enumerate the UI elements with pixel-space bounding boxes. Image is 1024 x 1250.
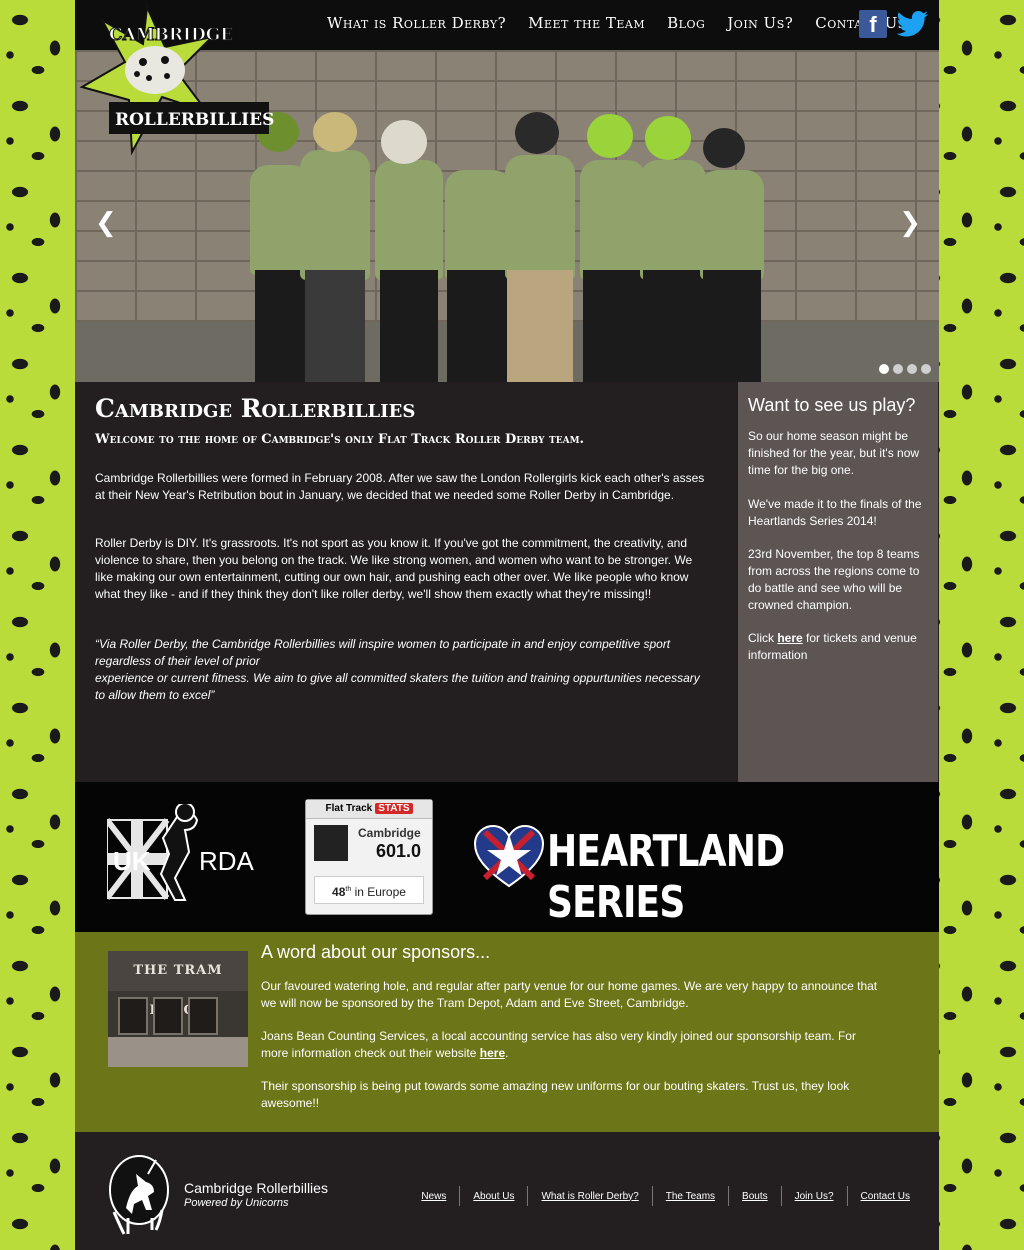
logo-text-bottom: ROLLERBILLIES xyxy=(115,110,274,130)
skater xyxy=(700,170,764,280)
twitter-icon[interactable] xyxy=(897,10,929,38)
logo-text-top: CAMBRIDGE xyxy=(109,25,233,45)
tickets-text-pre: Click xyxy=(748,631,778,645)
helmet xyxy=(515,112,559,154)
sidebar-paragraph: We've made it to the finals of the Heart… xyxy=(748,497,922,528)
site-footer: Cambridge Rollerbillies Powered by Unico… xyxy=(75,1132,939,1250)
slider-prev-button[interactable]: ❮ xyxy=(95,208,117,238)
slider-dot-1[interactable] xyxy=(879,364,889,374)
slider-dot-4[interactable] xyxy=(921,364,931,374)
fts-header: Flat Track STATS xyxy=(306,800,432,819)
footer-tagline: Powered by Unicorns xyxy=(184,1197,289,1209)
skater-legs xyxy=(643,270,703,382)
page-title: Cambridge Rollerbillies xyxy=(95,394,416,423)
skater xyxy=(580,160,646,280)
skater-legs xyxy=(305,270,365,382)
sponsor-website-link[interactable]: here xyxy=(480,1046,505,1060)
skater xyxy=(375,160,443,280)
footer-nav: News About Us What is Roller Derby? The … xyxy=(408,1186,923,1206)
social-links: f xyxy=(859,10,929,38)
tram-window xyxy=(188,997,218,1035)
slider-next-button[interactable]: ❯ xyxy=(899,208,921,238)
team-badge-icon xyxy=(314,825,348,861)
skater-legs xyxy=(447,270,507,382)
diy-paragraph: Roller Derby is DIY. It's grassroots. It… xyxy=(95,536,693,601)
mission-quote-2: experience or current fitness. We aim to… xyxy=(95,671,700,702)
skater xyxy=(300,150,370,280)
skater-legs xyxy=(703,270,761,382)
footer-link-about-us[interactable]: About Us xyxy=(460,1191,527,1202)
sponsors-section: THE TRAM DEPOT A word about our sponsors… xyxy=(75,932,939,1132)
sidebar-tickets-paragraph: Click here for tickets and venue informa… xyxy=(748,630,923,664)
tram-depot-sign: THE TRAM DEPOT xyxy=(108,951,248,1018)
mission-quote-1: “Via Roller Derby, the Cambridge Rollerb… xyxy=(95,637,671,668)
tickets-link[interactable]: here xyxy=(777,631,802,645)
helmet xyxy=(313,112,357,152)
nav-join-us[interactable]: Join Us? xyxy=(727,14,793,32)
nav-what-is-roller-derby[interactable]: What is Roller Derby? xyxy=(327,14,506,32)
skater xyxy=(505,155,575,280)
ukrda-text-left: UK xyxy=(113,846,151,876)
intro-paragraph: Cambridge Rollerbillies were formed in F… xyxy=(95,471,705,502)
slider-dot-2[interactable] xyxy=(893,364,903,374)
main-nav: What is Roller Derby? Meet the Team Blog… xyxy=(327,14,906,32)
tram-window xyxy=(153,997,183,1035)
nav-meet-the-team[interactable]: Meet the Team xyxy=(528,14,645,32)
fts-stats-badge: STATS xyxy=(375,803,413,814)
fts-rank-number: 48 xyxy=(332,885,346,899)
skater-legs xyxy=(507,270,573,382)
tram-window xyxy=(118,997,148,1035)
sidebar-title: Want to see us play? xyxy=(748,395,916,415)
skater-legs xyxy=(255,270,305,382)
sponsor-paragraph: Joans Bean Counting Services, a local ac… xyxy=(261,1028,881,1062)
sponsor-text-post: . xyxy=(505,1046,509,1060)
facebook-icon[interactable]: f xyxy=(859,10,887,38)
tram-depot-photo: THE TRAM DEPOT xyxy=(108,951,248,1067)
slider-dot-3[interactable] xyxy=(907,364,917,374)
fts-label: Flat Track xyxy=(325,803,373,814)
skater xyxy=(445,170,511,280)
unicorn-logo-icon[interactable] xyxy=(108,1152,170,1238)
skater-legs xyxy=(583,270,643,382)
page-subtitle: Welcome to the home of Cambridge's only … xyxy=(95,432,585,447)
fts-rank: 48th in Europe xyxy=(314,876,424,904)
footer-site-name: Cambridge Rollerbillies xyxy=(184,1180,328,1196)
footer-link-contact-us[interactable]: Contact Us xyxy=(848,1191,923,1202)
footer-link-news[interactable]: News xyxy=(408,1191,459,1202)
skater xyxy=(640,160,706,280)
slider-dots xyxy=(879,364,931,374)
helmet xyxy=(645,116,691,160)
heartland-heart-icon xyxy=(473,824,545,888)
sponsor-text-pre: Joans Bean Counting Services, a local ac… xyxy=(261,1029,856,1060)
skater-legs xyxy=(380,270,438,382)
main-content: Cambridge Rollerbillies Welcome to the h… xyxy=(75,382,738,782)
helmet xyxy=(381,120,427,164)
heartland-series-logo-text[interactable]: HEARTLAND SERIES xyxy=(547,826,868,928)
sponsor-paragraph: Their sponsorship is being put towards s… xyxy=(261,1079,850,1110)
helmet xyxy=(703,128,745,168)
footer-link-what-is-roller-derby[interactable]: What is Roller Derby? xyxy=(528,1191,651,1202)
fts-team-name: Cambridge xyxy=(358,826,421,840)
site-logo[interactable]: CAMBRIDGE ROLLERBILLIES xyxy=(77,2,277,160)
fts-score: 601.0 xyxy=(376,841,422,861)
ukrda-text-right: RDA xyxy=(199,846,255,876)
footer-link-the-teams[interactable]: The Teams xyxy=(653,1191,728,1202)
footer-link-join-us[interactable]: Join Us? xyxy=(782,1191,847,1202)
ukrda-logo[interactable]: UK RDA xyxy=(107,804,257,912)
footer-link-bouts[interactable]: Bouts xyxy=(729,1191,781,1202)
partners-strip: UK RDA Flat Track STATS Cambridge 601.0 4… xyxy=(75,782,939,932)
tram-terrace xyxy=(108,1037,248,1067)
sponsor-paragraph: Our favoured watering hole, and regular … xyxy=(261,979,878,1010)
fts-rank-text: in Europe xyxy=(351,885,406,899)
helmet xyxy=(587,114,633,158)
sidebar-paragraph: So our home season might be finished for… xyxy=(748,429,920,477)
flat-track-stats-widget[interactable]: Flat Track STATS Cambridge 601.0 48th in … xyxy=(305,799,433,915)
sidebar-promo: Want to see us play? So our home season … xyxy=(738,382,938,782)
sidebar-paragraph: 23rd November, the top 8 teams from acro… xyxy=(748,547,920,612)
sponsors-title: A word about our sponsors... xyxy=(261,942,491,962)
nav-blog[interactable]: Blog xyxy=(667,14,705,32)
page-wrapper: What is Roller Derby? Meet the Team Blog… xyxy=(75,0,939,1250)
